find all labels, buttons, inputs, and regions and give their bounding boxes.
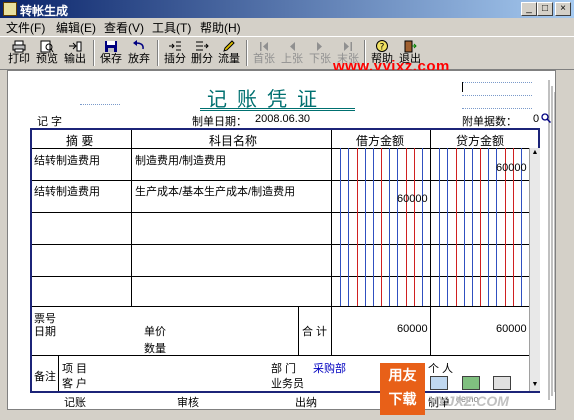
vertical-scrollbar[interactable]: ▲ ▼ — [529, 148, 540, 391]
cash-flow-button[interactable]: 流量 — [215, 38, 243, 68]
unit-price-label: 单价 — [144, 326, 166, 338]
exit-door-icon — [404, 40, 417, 53]
search-icon[interactable] — [541, 113, 551, 123]
person-label: 个 人 — [428, 363, 454, 375]
help-icon: ? — [376, 40, 388, 53]
title-underline — [200, 108, 355, 111]
menu-edit[interactable]: 编辑(E) — [56, 19, 96, 36]
salesman-label: 业务员 — [271, 378, 304, 390]
header-debit: 借方金额 — [356, 134, 405, 148]
grid-line — [298, 306, 299, 355]
undo-icon — [133, 40, 144, 50]
menu-file[interactable]: 文件(F) — [6, 19, 45, 36]
auditor-label: 审核 — [177, 397, 199, 409]
row-credit-amount[interactable]: 60000 — [496, 162, 527, 174]
menu-view[interactable]: 查看(V) — [104, 19, 144, 36]
remarks-label: 备注 — [34, 371, 56, 383]
insert-row-button[interactable]: 插分 — [161, 38, 189, 68]
brand-logo: 用友 下载 — [380, 363, 425, 415]
top-right-field-line — [462, 95, 532, 96]
total-credit: 60000 — [496, 323, 527, 335]
header-summary: 摘 要 — [66, 134, 94, 148]
date-label: 制单日期： — [192, 116, 247, 128]
svg-text:?: ? — [380, 43, 385, 53]
export-icon — [69, 41, 82, 52]
menu-help[interactable]: 帮助(H) — [200, 19, 241, 36]
ticket-date-label: 日期 — [34, 326, 56, 338]
menu-bar: 文件(F) 编辑(E) 查看(V) 工具(T) 帮助(H) — [0, 18, 574, 35]
title-bar: 转帐生成 _ □ × — [0, 0, 574, 18]
toolbar-separator — [246, 40, 248, 66]
grid-line — [131, 130, 132, 306]
row-account[interactable]: 制造费用/制造费用 — [135, 152, 226, 168]
grid-line — [58, 356, 59, 391]
grid-line — [32, 355, 538, 356]
attachment-count[interactable]: 0 — [533, 113, 539, 125]
delete-row-button[interactable]: 删分 — [188, 38, 216, 68]
floppy-disk-icon — [105, 41, 117, 52]
row-summary[interactable]: 结转制造费用 — [34, 183, 100, 199]
next-voucher-button[interactable]: 下张 — [306, 38, 334, 68]
cashier-label: 出纳 — [295, 397, 317, 409]
preview-icon — [40, 40, 54, 53]
voucher-date[interactable]: 2008.06.30 — [255, 113, 310, 125]
export-button[interactable]: 输出 — [61, 38, 89, 68]
header-credit: 贷方金额 — [456, 134, 505, 148]
menu-tools[interactable]: 工具(T) — [152, 19, 191, 36]
voucher-stack-edges — [548, 80, 556, 400]
window-title: 转帐生成 — [20, 4, 69, 18]
delete-row-icon — [196, 41, 209, 51]
maximize-button[interactable]: □ — [537, 2, 553, 16]
save-button[interactable]: 保存 — [97, 38, 125, 68]
query-icon[interactable] — [430, 376, 448, 390]
department-label: 部 门 — [271, 363, 297, 375]
brand-url: YYJXZ.COM — [428, 393, 509, 409]
close-button[interactable]: × — [555, 2, 571, 16]
discard-button[interactable]: 放弃 — [125, 38, 153, 68]
first-voucher-button[interactable]: 首张 — [250, 38, 278, 68]
first-page-icon — [260, 42, 268, 51]
row-debit-amount[interactable]: 60000 — [397, 193, 428, 205]
voucher-number-field[interactable] — [80, 104, 120, 105]
voucher-type-label: 记 字 — [37, 116, 63, 128]
toolbar-separator — [157, 40, 159, 66]
project-label: 项 目 — [62, 363, 88, 375]
total-debit: 60000 — [397, 323, 428, 335]
customer-label: 客 户 — [62, 378, 88, 390]
insert-row-icon — [169, 41, 181, 51]
attachment-label: 附单据数： — [462, 116, 517, 128]
row-account[interactable]: 生产成本/基本生产成本/制造费用 — [135, 183, 295, 199]
scroll-up-icon[interactable]: ▲ — [531, 149, 539, 157]
last-page-icon — [344, 42, 352, 51]
header-account: 科目名称 — [209, 134, 258, 148]
department-value[interactable]: 采购部 — [313, 360, 346, 376]
pencil-icon — [223, 40, 235, 52]
record-icon[interactable] — [462, 376, 480, 390]
preview-button[interactable]: 预览 — [33, 38, 61, 68]
toolbar: 打印 预览 输出 保存 放弃 插分 删分 流量 首张 上张 下张 末张 ? 帮助… — [0, 36, 574, 70]
printer-icon — [12, 40, 26, 53]
row-summary[interactable]: 结转制造费用 — [34, 152, 100, 168]
quantity-label: 数量 — [144, 343, 166, 355]
previous-page-icon — [290, 42, 295, 51]
previous-voucher-button[interactable]: 上张 — [278, 38, 306, 68]
top-right-field-line — [462, 108, 532, 109]
print-button[interactable]: 打印 — [5, 38, 33, 68]
next-page-icon — [317, 42, 322, 51]
text-cursor — [462, 82, 463, 92]
bookkeeper-label: 记账 — [64, 397, 86, 409]
scroll-down-icon[interactable]: ▼ — [531, 381, 539, 389]
tool-icon[interactable] — [493, 376, 511, 390]
toolbar-separator — [93, 40, 95, 66]
minimize-button[interactable]: _ — [521, 2, 537, 16]
top-right-field-line — [462, 82, 532, 83]
app-icon — [3, 2, 17, 16]
total-label: 合 计 — [302, 326, 328, 338]
